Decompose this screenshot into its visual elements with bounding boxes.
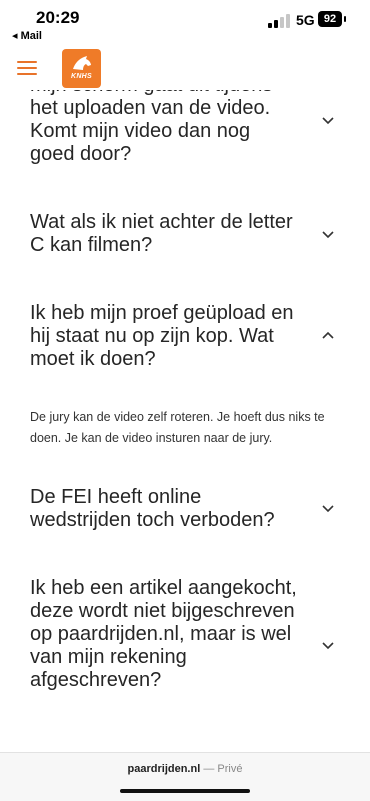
home-indicator[interactable] <box>120 789 250 793</box>
network-type: 5G <box>296 12 315 28</box>
menu-icon[interactable] <box>17 61 37 75</box>
status-bar: 20:29 ◂ Mail 5G 92 <box>0 0 370 44</box>
url-display[interactable]: paardrijden.nl — Privé <box>0 763 370 775</box>
private-mode-label: Privé <box>217 763 243 775</box>
chevron-up-icon[interactable] <box>320 328 336 344</box>
status-time: 20:29 <box>36 8 80 27</box>
knhs-logo[interactable]: KNHS <box>62 49 101 88</box>
faq-question: Ik heb een artikel aangekocht, deze word… <box>30 577 297 691</box>
faq-answer: De jury kan de video zelf roteren. Je ho… <box>30 410 325 445</box>
faq-question: Wat als ik niet achter de letter C kan f… <box>30 211 293 256</box>
horse-head-icon <box>73 56 91 70</box>
back-to-mail-link[interactable]: ◂ Mail <box>12 29 42 42</box>
browser-url-bar[interactable]: paardrijden.nl — Privé <box>0 752 370 801</box>
battery-icon: 92 <box>318 11 346 27</box>
chevron-down-icon[interactable] <box>320 637 336 653</box>
chevron-down-icon[interactable] <box>320 226 336 242</box>
url-domain: paardrijden.nl <box>127 763 201 775</box>
chevron-down-icon[interactable] <box>320 500 336 516</box>
url-separator: — <box>200 763 218 775</box>
faq-list: mijn scherm gaat uit tijdens het uploade… <box>0 0 370 752</box>
logo-text: KNHS <box>70 73 93 80</box>
signal-icon <box>268 14 292 28</box>
faq-question: De FEI heeft online wedstrijden toch ver… <box>30 486 275 531</box>
faq-question: Ik heb mijn proef geüpload en hij staat … <box>30 302 294 370</box>
chevron-down-icon[interactable] <box>320 112 336 128</box>
site-header: KNHS <box>0 44 370 90</box>
